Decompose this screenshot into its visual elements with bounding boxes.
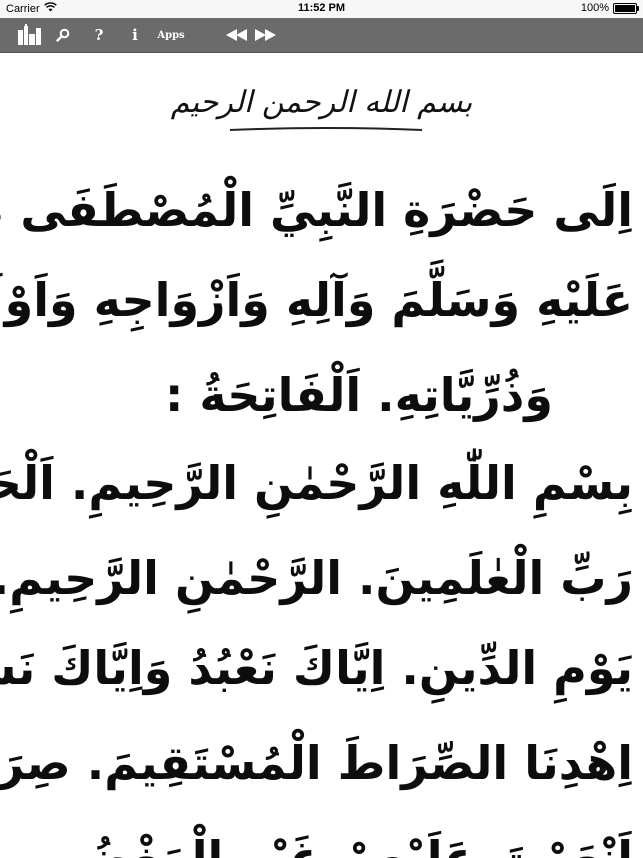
text-line: بِسْمِ اللّٰهِ الرَّحْمٰنِ الرَّحِيمِ. ا… [0,456,633,510]
text-lines: اِلَى حَضْرَةِ النَّبِيِّ الْمُصْطَفَى ص… [0,53,643,858]
clock: 11:52 PM [297,2,346,14]
battery-icon [613,2,639,14]
battery-percent: 100% [580,2,609,14]
text-line: عَلَيْهِ وَسَلَّمَ وَآلِهِ وَاَزْوَاجِهِ… [0,273,633,327]
text-line: رَبِّ الْعٰلَمِينَ. الرَّحْمٰنِ الرَّحِي… [0,551,633,605]
home-logo-icon[interactable] [14,18,46,52]
text-line: وَذُرِّيَّاتِهِ. اَلْفَاتِحَةُ : [164,368,553,422]
toolbar: ? i Apps [0,18,643,53]
battery-fill [615,4,635,12]
fast-forward-icon[interactable] [253,18,277,52]
text-line: اِلَى حَضْرَةِ النَّبِيِّ الْمُصْطَفَى ص… [0,183,633,237]
battery-group: 100% [580,2,639,14]
quran-page[interactable]: بسم الله الرحمن الرحيم اِلَى حَضْرَةِ ال… [0,53,643,858]
search-icon[interactable] [52,18,74,52]
text-line: اَنْعَمْتَ عَلَيْهِمْ غَيْرِ الْمَغْضُوب… [13,831,633,858]
status-bar: Carrier 11:52 PM 100% [0,0,643,18]
rewind-icon[interactable] [225,18,249,52]
text-line: يَوْمِ الدِّينِ. اِيَّاكَ نَعْبُدُ وَاِي… [0,641,633,695]
text-line: اِهْدِنَا الصِّرَاطَ الْمُسْتَقِيمَ. صِر… [0,736,633,790]
help-button[interactable]: ? [88,18,110,52]
apps-button[interactable]: Apps [153,18,189,52]
info-button[interactable]: i [124,18,146,52]
